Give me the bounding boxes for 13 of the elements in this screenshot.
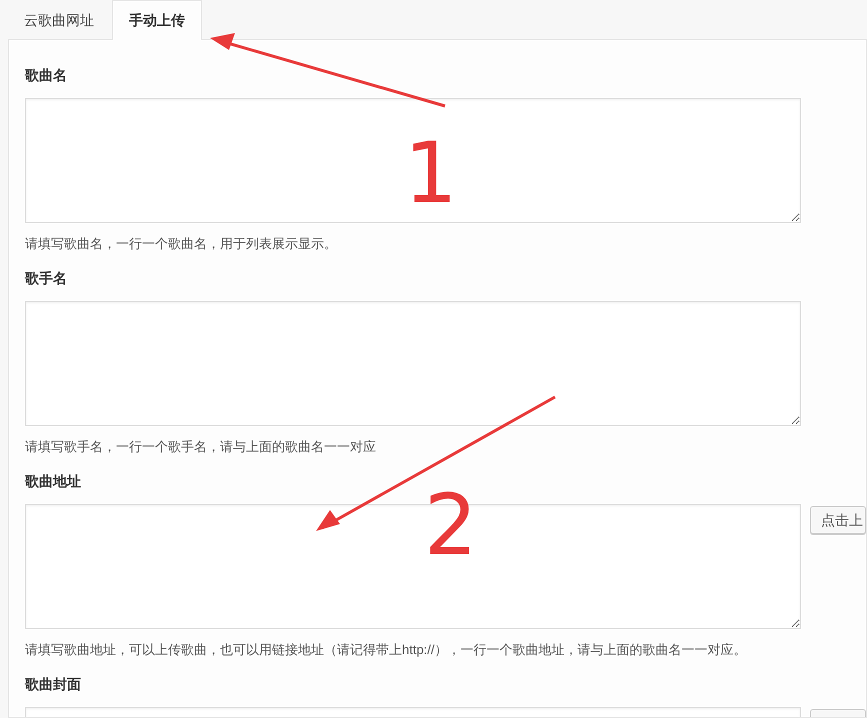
text-area[interactable] — [25, 301, 801, 426]
handwritten-number: 1 — [404, 128, 458, 218]
handwritten-number: 2 — [424, 480, 478, 570]
help-text: 请填写歌曲地址，可以上传歌曲，也可以用链接地址（请记得带上http://），一行一个歌曲地址，请与上面的歌曲名一一对应。 — [25, 641, 747, 659]
upload-button[interactable]: 点击上 — [810, 506, 866, 534]
tab[interactable]: 手动上传 — [112, 0, 202, 40]
field-label: 歌曲地址 — [25, 472, 81, 491]
help-text: 请填写歌曲名，一行一个歌曲名，用于列表展示显示。 — [25, 235, 337, 253]
field-label: 歌手名 — [25, 269, 67, 288]
help-text: 请填写歌手名，一行一个歌手名，请与上面的歌曲名一一对应 — [25, 438, 376, 456]
text-area[interactable] — [25, 98, 801, 223]
field-label: 歌曲封面 — [25, 675, 81, 694]
field-label: 歌曲名 — [25, 66, 67, 85]
